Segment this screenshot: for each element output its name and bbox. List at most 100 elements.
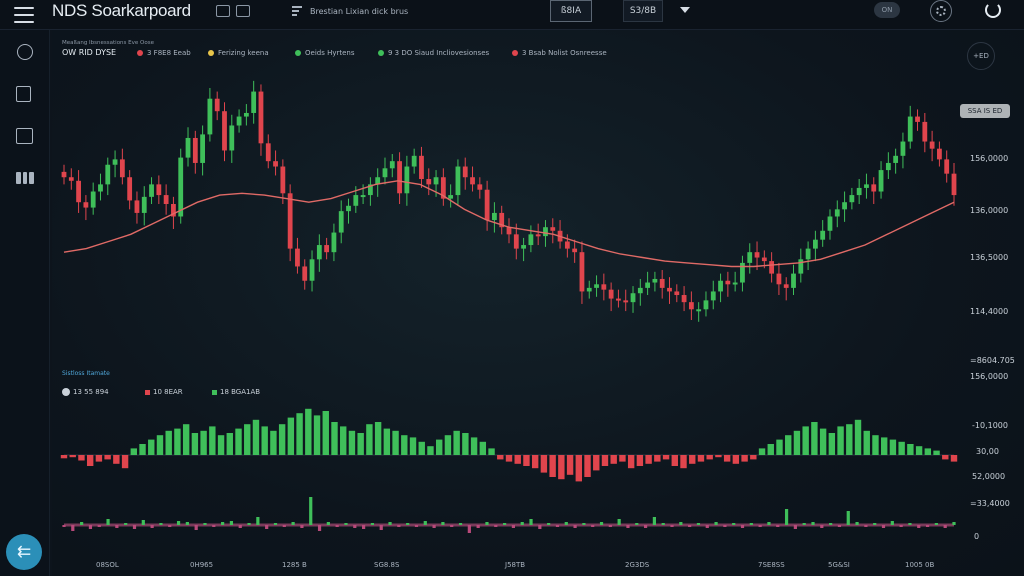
oscillator-bar xyxy=(335,525,339,527)
candle-body xyxy=(674,291,680,296)
histogram-bar xyxy=(305,408,312,455)
candle-body xyxy=(98,184,103,192)
histogram-bar xyxy=(610,455,617,464)
candle-body xyxy=(236,116,242,126)
candle-body xyxy=(331,232,337,253)
oscillator-bar xyxy=(547,523,551,525)
oscillator-bar xyxy=(309,497,313,525)
histogram-bar xyxy=(78,455,85,461)
histogram-bar xyxy=(793,430,801,455)
histogram-bar xyxy=(645,455,652,464)
histogram-bar xyxy=(278,424,286,455)
oscillator-bar xyxy=(441,522,445,525)
histogram-bar xyxy=(846,424,853,455)
candle-body xyxy=(346,205,351,212)
candle-body xyxy=(586,287,592,292)
histogram-bar xyxy=(200,430,207,455)
oscillator-bar xyxy=(661,523,665,525)
candle-body xyxy=(433,177,439,185)
histogram-bar xyxy=(174,428,181,455)
histogram-bar xyxy=(261,426,268,455)
histogram-bar xyxy=(182,424,190,455)
oscillator-bar xyxy=(837,525,842,527)
candle-body xyxy=(360,195,366,198)
oscillator-bar xyxy=(450,525,454,527)
oscillator-bar xyxy=(943,525,947,528)
candle-body xyxy=(338,211,344,233)
histogram-bar xyxy=(540,455,548,473)
histogram-bar xyxy=(828,433,836,455)
candle-body xyxy=(448,195,454,199)
oscillator-bar xyxy=(115,525,119,528)
histogram-bar xyxy=(244,424,251,455)
histogram-bar xyxy=(907,444,914,455)
histogram-bar xyxy=(331,422,338,455)
oscillator-bar xyxy=(397,525,401,527)
candle-body xyxy=(192,137,198,163)
oscillator-bar xyxy=(485,522,489,525)
histogram-bar xyxy=(401,435,408,455)
histogram-bar xyxy=(165,430,172,455)
candle-body xyxy=(564,241,570,249)
oscillator-bar xyxy=(221,522,225,525)
candle-body xyxy=(827,216,833,231)
candle-body xyxy=(937,148,942,160)
candle-body xyxy=(127,177,133,201)
candle-body xyxy=(163,195,169,204)
histogram-bar xyxy=(453,430,460,455)
oscillator-bar xyxy=(917,525,921,528)
histogram-bar xyxy=(584,455,591,477)
histogram-bar xyxy=(889,439,897,455)
candle-body xyxy=(404,166,410,194)
histogram-bar xyxy=(418,441,425,455)
oscillator-bar xyxy=(784,509,789,525)
candle-body xyxy=(915,116,920,122)
histogram-bar xyxy=(767,444,774,455)
histogram-bar xyxy=(374,422,382,455)
histogram-bar xyxy=(435,439,443,455)
histogram-bar xyxy=(86,455,94,466)
candle-body xyxy=(309,259,315,281)
histogram-bar xyxy=(558,455,565,480)
candle-body xyxy=(112,159,118,165)
oscillator-bar xyxy=(643,525,648,528)
candle-body xyxy=(243,112,249,117)
oscillator-bar xyxy=(626,525,630,528)
oscillator-bar xyxy=(679,522,683,525)
oscillator-bar xyxy=(881,525,886,528)
oscillator-bar xyxy=(106,519,110,525)
candle-body xyxy=(477,184,483,190)
candle-body xyxy=(492,212,497,221)
oscillator-bar xyxy=(652,517,656,525)
candle-body xyxy=(397,161,402,194)
candle-body xyxy=(842,202,847,210)
oscillator-bar xyxy=(767,522,771,525)
candle-body xyxy=(273,161,278,167)
candle-body xyxy=(419,155,424,180)
oscillator-bar xyxy=(150,525,154,528)
candle-body xyxy=(90,191,96,208)
oscillator-bar xyxy=(124,523,128,525)
candle-body xyxy=(178,157,184,217)
oscillator-bar xyxy=(141,520,145,525)
histogram-bar xyxy=(427,446,434,455)
oscillator-bar xyxy=(732,523,736,525)
histogram-bar xyxy=(601,455,609,466)
oscillator-bar xyxy=(564,522,568,525)
oscillator-bar xyxy=(811,522,815,525)
oscillator-bar xyxy=(696,523,701,525)
oscillator-bar xyxy=(291,522,295,525)
oscillator-bar xyxy=(168,525,172,527)
oscillator-bar xyxy=(538,525,542,529)
oscillator-bar xyxy=(317,525,322,531)
candle-body xyxy=(667,287,672,292)
histogram-bar xyxy=(942,455,949,460)
oscillator-bar xyxy=(97,525,101,527)
histogram-bar xyxy=(60,455,68,459)
candle-body xyxy=(134,200,140,213)
histogram-bar xyxy=(776,439,783,455)
candle-body xyxy=(630,293,636,303)
histogram-bar xyxy=(636,455,644,466)
candle-body xyxy=(608,289,614,299)
oscillator-bar xyxy=(353,525,357,528)
